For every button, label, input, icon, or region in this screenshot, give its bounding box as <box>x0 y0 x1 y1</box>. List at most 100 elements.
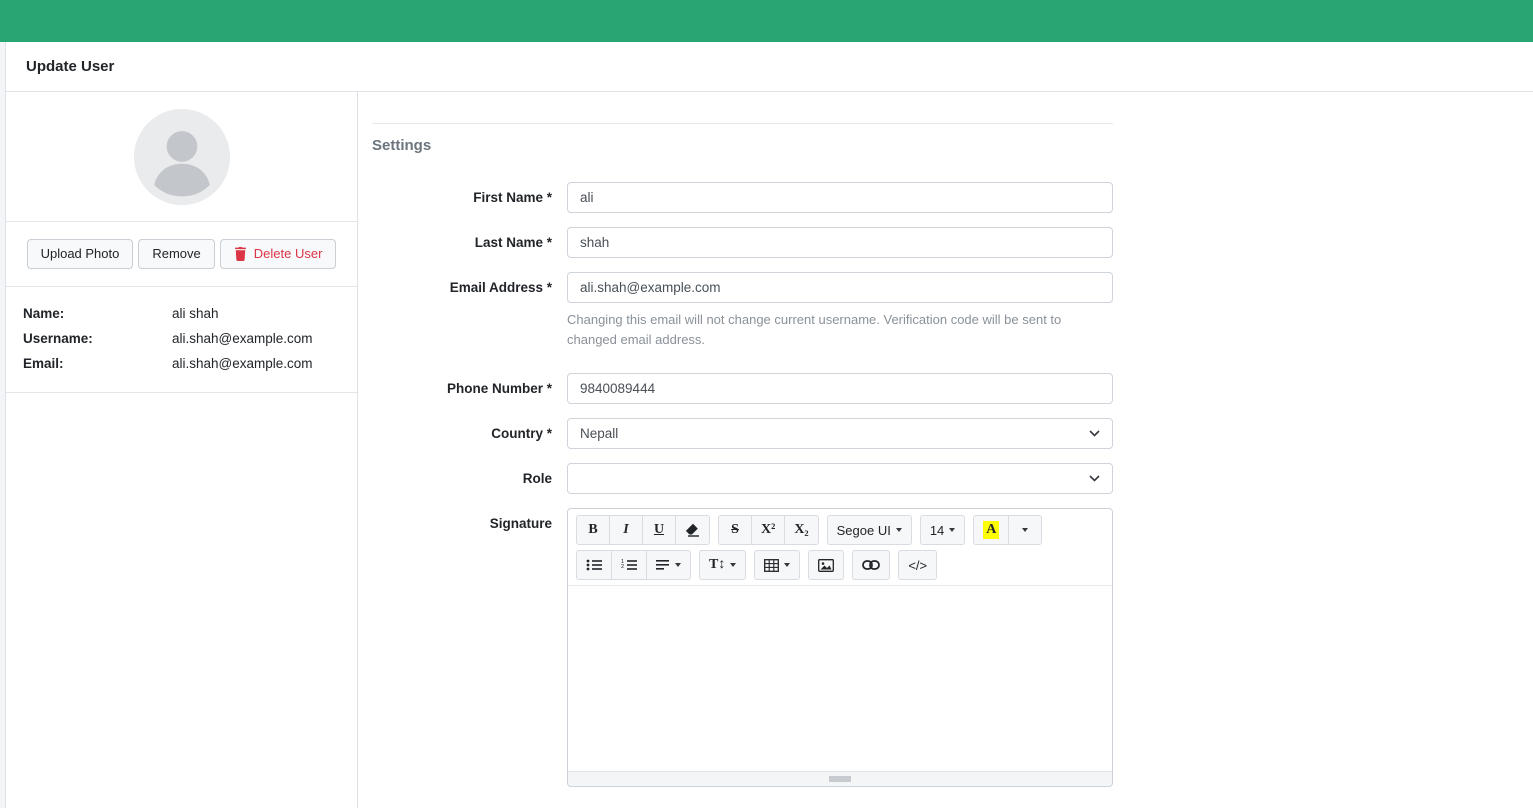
username-label: Username: <box>23 330 93 346</box>
phone-field-label: Phone Number * <box>446 381 552 396</box>
editor-toolbar: B I U S X² X₂ Segoe UI 14 A 1 2 T↕ </> <box>568 509 1112 586</box>
italic-button[interactable]: I <box>609 515 643 545</box>
first-name-field-label: First Name * <box>473 190 552 205</box>
picture-group <box>808 550 845 580</box>
code-view-button[interactable]: </> <box>898 550 938 580</box>
chevron-down-icon <box>1089 430 1100 437</box>
user-info-section: Name: ali shah Username: ali.shah@exampl… <box>6 287 357 393</box>
form-row-first-name: First Name * <box>372 182 1113 213</box>
paragraph-button-group: 1 2 <box>576 550 691 580</box>
font-family-dropdown[interactable]: Segoe UI <box>826 515 912 545</box>
signature-editable-area[interactable] <box>568 586 1112 771</box>
script-button-group: S X² X₂ <box>718 515 819 545</box>
chevron-down-icon <box>1089 475 1100 482</box>
table-dropdown[interactable] <box>754 550 801 580</box>
resize-grip-icon[interactable] <box>829 776 851 782</box>
color-swatch: A <box>983 521 1000 539</box>
signature-field-label: Signature <box>489 516 552 531</box>
update-user-card: Update User Upload Photo Remove Delete U… <box>5 42 1533 808</box>
color-button-group: A <box>973 515 1043 545</box>
ordered-list-button[interactable]: 1 2 <box>611 550 647 580</box>
signature-editor: B I U S X² X₂ Segoe UI 14 A 1 2 T↕ </> <box>567 508 1113 787</box>
remove-photo-button[interactable]: Remove <box>138 239 215 269</box>
email-value: ali.shah@example.com <box>172 355 313 371</box>
eraser-icon <box>685 523 699 537</box>
line-height-group: T↕ <box>699 550 747 580</box>
font-size-value: 14 <box>929 522 945 538</box>
table-group <box>754 550 801 580</box>
role-field-label: Role <box>522 471 552 486</box>
bold-button[interactable]: B <box>576 515 610 545</box>
top-navbar <box>0 0 1533 42</box>
caret-down-icon <box>949 528 956 532</box>
info-row-name: Name: ali shah <box>23 301 339 326</box>
name-label: Name: <box>23 305 65 321</box>
line-height-icon: T↕ <box>709 557 726 572</box>
insert-link-button[interactable] <box>852 550 891 580</box>
form-row-signature: Signature B I U S X² X₂ Segoe UI 14 A 1 … <box>372 508 1113 787</box>
style-button-group: B I U <box>576 515 710 545</box>
email-label: Email: <box>23 355 64 371</box>
font-family-value: Segoe UI <box>836 522 891 538</box>
superscript-button[interactable]: X² <box>751 515 786 545</box>
unordered-list-icon <box>586 559 602 571</box>
email-input[interactable] <box>567 272 1113 303</box>
caret-down-icon <box>784 563 791 567</box>
subscript-button[interactable]: X₂ <box>784 515 819 545</box>
form-row-email: Email Address * Changing this email will… <box>372 272 1113 359</box>
font-color-dropdown[interactable] <box>1008 515 1043 545</box>
line-height-dropdown[interactable]: T↕ <box>699 550 747 580</box>
settings-form: First Name * Last Name * Email Address *… <box>372 182 1113 787</box>
card-content: Upload Photo Remove Delete User Name: al… <box>6 92 1533 808</box>
username-value: ali.shah@example.com <box>172 330 313 346</box>
name-value: ali shah <box>172 305 219 321</box>
info-row-email: Email: ali.shah@example.com <box>23 351 339 376</box>
country-field-label: Country * <box>491 426 552 441</box>
strikethrough-button[interactable]: S <box>718 515 752 545</box>
paragraph-align-dropdown[interactable] <box>646 550 691 580</box>
settings-heading: Settings <box>372 137 432 154</box>
form-row-phone: Phone Number * <box>372 373 1113 404</box>
page-title: Update User <box>6 42 1533 92</box>
country-selected-value: Nepall <box>580 426 619 441</box>
svg-text:2: 2 <box>621 564 624 570</box>
unordered-list-button[interactable] <box>576 550 612 580</box>
profile-sidebar: Upload Photo Remove Delete User Name: al… <box>6 92 358 808</box>
underline-button[interactable]: U <box>642 515 676 545</box>
photo-actions: Upload Photo Remove Delete User <box>6 222 357 287</box>
last-name-input[interactable] <box>567 227 1113 258</box>
form-row-last-name: Last Name * <box>372 227 1113 258</box>
font-color-button[interactable]: A <box>973 515 1010 545</box>
caret-down-icon <box>730 563 737 567</box>
caret-down-icon <box>895 528 902 532</box>
ordered-list-icon: 1 2 <box>621 559 637 570</box>
link-group <box>852 550 891 580</box>
link-icon <box>862 560 881 570</box>
caret-down-icon <box>1022 528 1029 532</box>
table-icon <box>764 558 780 572</box>
code-view-icon: </> <box>908 557 928 573</box>
codeview-group: </> <box>898 550 938 580</box>
person-icon <box>133 108 230 205</box>
email-field-label: Email Address * <box>449 280 552 295</box>
delete-user-button[interactable]: Delete User <box>219 239 337 269</box>
align-left-icon <box>656 560 669 570</box>
role-select[interactable] <box>567 463 1113 494</box>
delete-user-label: Delete User <box>253 246 323 261</box>
trash-icon <box>234 246 246 261</box>
last-name-field-label: Last Name * <box>474 235 552 250</box>
form-row-role: Role <box>372 463 1113 494</box>
email-help-text: Changing this email will not change curr… <box>567 312 1062 347</box>
phone-input[interactable] <box>567 373 1113 404</box>
editor-statusbar <box>568 771 1112 786</box>
upload-photo-button[interactable]: Upload Photo <box>26 239 134 269</box>
font-size-dropdown[interactable]: 14 <box>919 515 966 545</box>
insert-picture-button[interactable] <box>808 550 845 580</box>
font-family-group: Segoe UI <box>826 515 912 545</box>
clear-format-button[interactable] <box>675 515 710 545</box>
settings-panel: Settings First Name * Last Name * Email … <box>358 92 1533 808</box>
first-name-input[interactable] <box>567 182 1113 213</box>
top-divider <box>372 123 1113 124</box>
country-select[interactable]: Nepall <box>567 418 1113 449</box>
avatar-section <box>6 92 357 222</box>
